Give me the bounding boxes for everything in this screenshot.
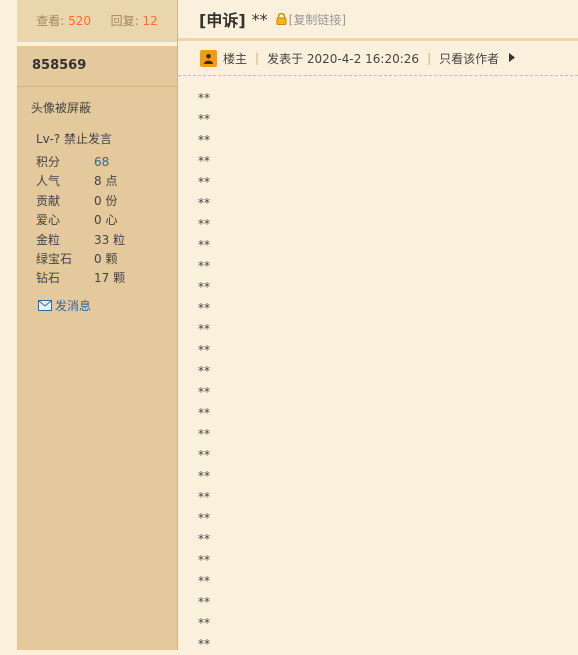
info-value: 8 点 [94,174,118,189]
replies-label: 回复: [110,14,139,28]
info-key: 爱心 [36,213,61,228]
user-level: Lv-? 禁止发言 [36,132,112,146]
content-line: ** [198,637,210,651]
author-badge-icon [200,49,217,67]
caret-right-icon[interactable] [509,51,516,65]
content-line: ** [198,595,210,609]
info-row-gold: 金粒 33 粒 [36,231,177,250]
content-line: ** [198,511,210,525]
meta-separator: | [255,51,260,65]
content-line: ** [198,490,210,504]
content-line: ** [198,364,210,378]
thread-stats: 查看: 520 回复: 12 [17,0,177,46]
content-line: ** [198,238,210,252]
info-value: 0 份 [94,193,118,208]
content-line: ** [198,469,210,483]
content-line: ** [198,133,210,147]
views-label: 查看: [36,14,65,28]
content-line: ** [198,91,210,105]
info-row-emerald: 绿宝石 0 颗 [36,250,177,269]
author-role: 楼主 [223,51,248,66]
content-line: ** [198,280,210,294]
user-info-list: 积分 68 人气 8 点 贡献 0 份 爱心 0 心 金粒 33 粒 绿宝石 0 颗 钻石 1… [36,153,177,289]
views-count: 520 [68,14,91,28]
info-row-popularity: 人气 8 点 [36,172,177,191]
info-row-contribution: 贡献 0 份 [36,192,177,211]
content-line: ** [198,301,210,315]
info-value: 17 颗 [94,271,126,286]
content-line: ** [198,427,210,441]
content-line: ** [198,217,210,231]
content-line: ** [198,532,210,546]
post-title-bar: [申诉] ** [复制链接] [178,0,578,38]
author-sidebar: 查看: 520 回复: 12 858569 头像被屏蔽 Lv-? 禁止发言 积分… [17,0,178,650]
content-line: ** [198,385,210,399]
content-line: ** [198,322,210,336]
content-line: ** [198,553,210,567]
info-row-love: 爱心 0 心 [36,211,177,230]
content-line: ** [198,154,210,168]
content-line: ** [198,448,210,462]
post-timestamp: 发表于 2020-4-2 16:20:26 [267,51,420,66]
info-value[interactable]: 68 [94,155,109,169]
envelope-icon [38,299,52,311]
copy-link-button[interactable]: [复制链接] [289,11,346,28]
info-value: 33 粒 [94,232,126,247]
content-line: ** [198,259,210,273]
info-key: 贡献 [36,193,61,208]
content-line: ** [198,343,210,357]
content-line: ** [198,406,210,420]
info-key: 人气 [36,174,61,189]
info-key: 绿宝石 [36,251,73,266]
send-message-label[interactable]: 发消息 [55,297,91,314]
meta-separator: | [427,51,432,65]
post-content: ** ** ** ** ** ** ** ** ** ** ** ** ** *… [178,76,578,655]
content-line: ** [198,196,210,210]
content-line: ** [198,574,210,588]
content-line: ** [198,112,210,126]
post-title-text: ** [251,9,268,29]
left-margin [0,0,17,650]
info-row-points: 积分 68 [36,153,177,172]
replies-count: 12 [142,14,158,28]
info-row-diamond: 钻石 17 颗 [36,269,177,288]
info-key: 金粒 [36,232,61,247]
info-key: 钻石 [36,271,61,286]
username[interactable]: 858569 [17,46,177,87]
info-value: 0 心 [94,213,118,228]
post-title-tag: [申诉] [199,11,246,30]
info-value: 0 颗 [94,251,118,266]
content-line: ** [198,175,210,189]
post-main: [申诉] ** [复制链接] 楼主 | 发表于 2020-4-2 16:20:2… [178,0,578,651]
avatar-blocked-note: 头像被屏蔽 [31,101,92,115]
content-line: ** [198,616,210,630]
send-message-link[interactable]: 发消息 [38,297,177,314]
lock-icon [276,13,287,25]
info-key: 积分 [36,155,61,169]
post-meta-bar: 楼主 | 发表于 2020-4-2 16:20:26 | 只看该作者 [178,41,578,76]
only-author-link[interactable]: 只看该作者 [439,50,499,67]
